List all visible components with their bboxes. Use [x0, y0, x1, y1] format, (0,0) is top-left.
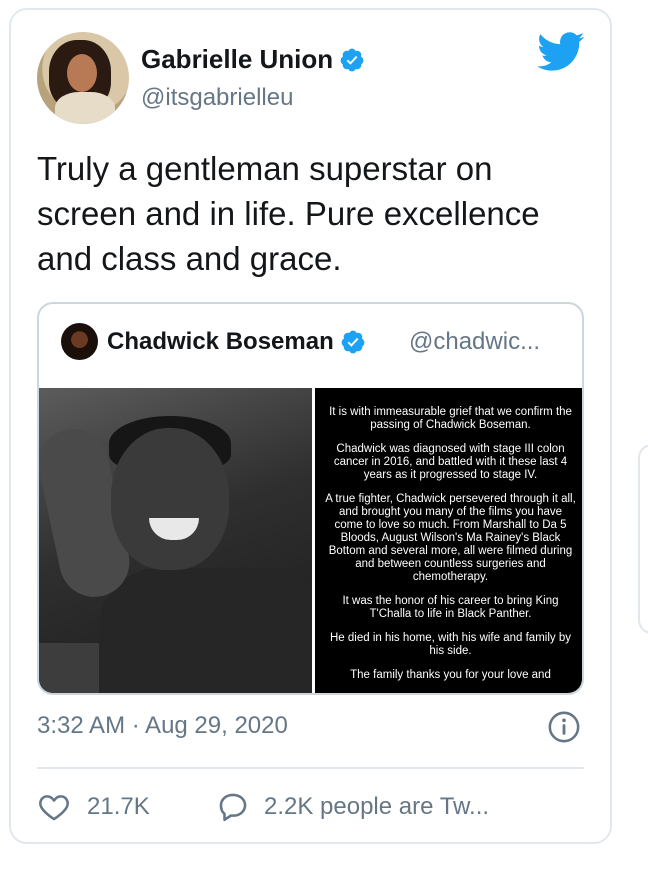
statement-paragraph: A true fighter, Chadwick persevered thro…	[325, 493, 576, 583]
author-handle[interactable]: @itsgabrielleu	[141, 84, 293, 112]
statement-paragraph: It is with immeasurable grief that we co…	[329, 406, 572, 431]
reply-button[interactable]: 2.2K people are Tw...	[216, 790, 489, 824]
statement-paragraph: Chadwick was diagnosed with stage III co…	[333, 443, 568, 481]
divider	[37, 767, 584, 769]
heart-icon[interactable]	[37, 790, 71, 824]
statement-paragraph: It was the honor of his career to bring …	[342, 595, 559, 620]
verified-badge-icon	[341, 330, 365, 354]
like-count: 21.7K	[87, 793, 150, 820]
statement-paragraph: The family thanks you for your love and	[350, 669, 551, 681]
photo-head	[111, 428, 229, 570]
quoted-author-name-row[interactable]: Chadwick Boseman	[107, 328, 366, 356]
speech-bubble-icon[interactable]	[216, 790, 250, 824]
quoted-author-avatar[interactable]	[61, 323, 98, 360]
author-avatar[interactable]	[37, 32, 129, 124]
quoted-photo[interactable]	[39, 388, 312, 693]
quoted-author-handle[interactable]: @chadwic...	[409, 328, 540, 356]
quoted-author-name[interactable]: Chadwick Boseman	[107, 328, 334, 356]
replies-label: 2.2K people are Tw...	[264, 793, 490, 820]
verified-badge-icon	[340, 48, 364, 71]
twitter-bird-icon[interactable]	[537, 32, 585, 72]
adjacent-panel-edge	[638, 444, 648, 634]
author-name-row[interactable]: Gabrielle Union	[141, 44, 365, 75]
tweet-text: Truly a gentleman superstar on screen an…	[37, 150, 540, 277]
avatar-face	[67, 54, 97, 92]
tweet-timestamp[interactable]: 3:32 AM · Aug 29, 2020	[37, 712, 288, 740]
like-button[interactable]: 21.7K	[37, 790, 150, 824]
avatar-body	[55, 92, 115, 124]
statement-paragraph: He died in his home, with his wife and f…	[330, 632, 571, 657]
photo-shirt	[99, 568, 312, 693]
author-name[interactable]: Gabrielle Union	[141, 44, 333, 75]
quoted-tweet[interactable]: Chadwick Boseman @chadwic... It is with …	[37, 302, 584, 695]
quoted-statement-image[interactable]: It is with immeasurable grief that we co…	[315, 388, 582, 693]
info-icon[interactable]	[547, 710, 581, 744]
